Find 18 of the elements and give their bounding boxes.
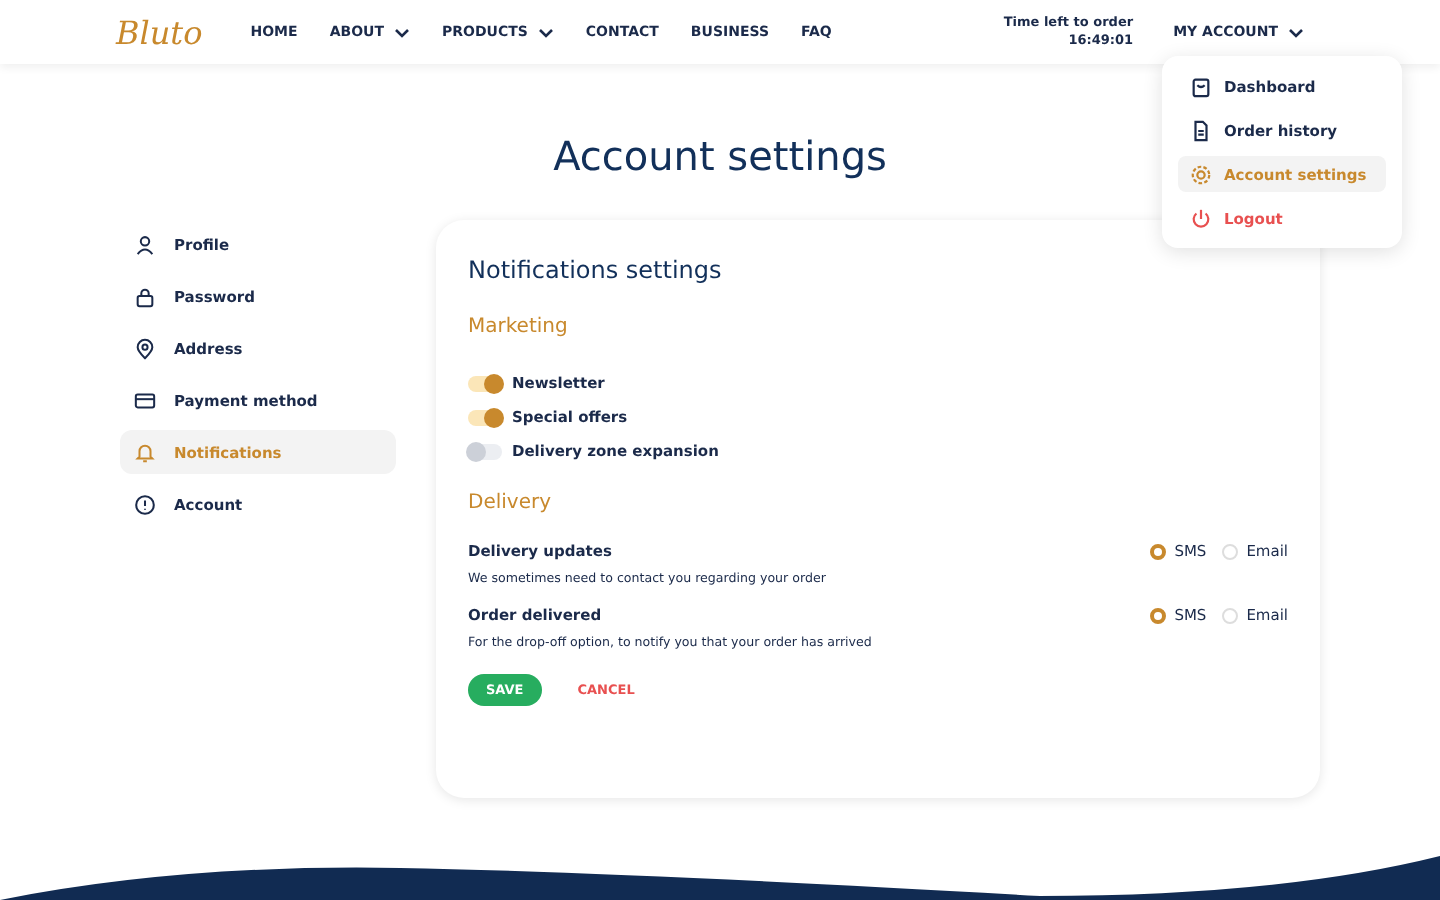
person-icon [134,233,156,255]
caret-icon [1288,27,1304,37]
page-title: Account settings [553,132,887,180]
info-icon [134,493,156,515]
power-icon [1190,207,1212,229]
location-pin-icon [134,337,156,359]
section-heading: Delivery [468,492,554,514]
bell-icon [134,441,156,463]
document-icon [1190,119,1212,141]
toggle-switch[interactable] [468,409,502,425]
toggle-switch[interactable] [468,375,502,391]
bag-icon [1190,75,1212,97]
section-heading: Marketing [468,316,570,338]
credit-card-icon [134,389,156,411]
toggle-switch[interactable] [468,443,502,459]
card-title: Notifications settings [468,256,724,284]
settings-icon [1190,163,1212,185]
lock-icon [134,285,156,307]
